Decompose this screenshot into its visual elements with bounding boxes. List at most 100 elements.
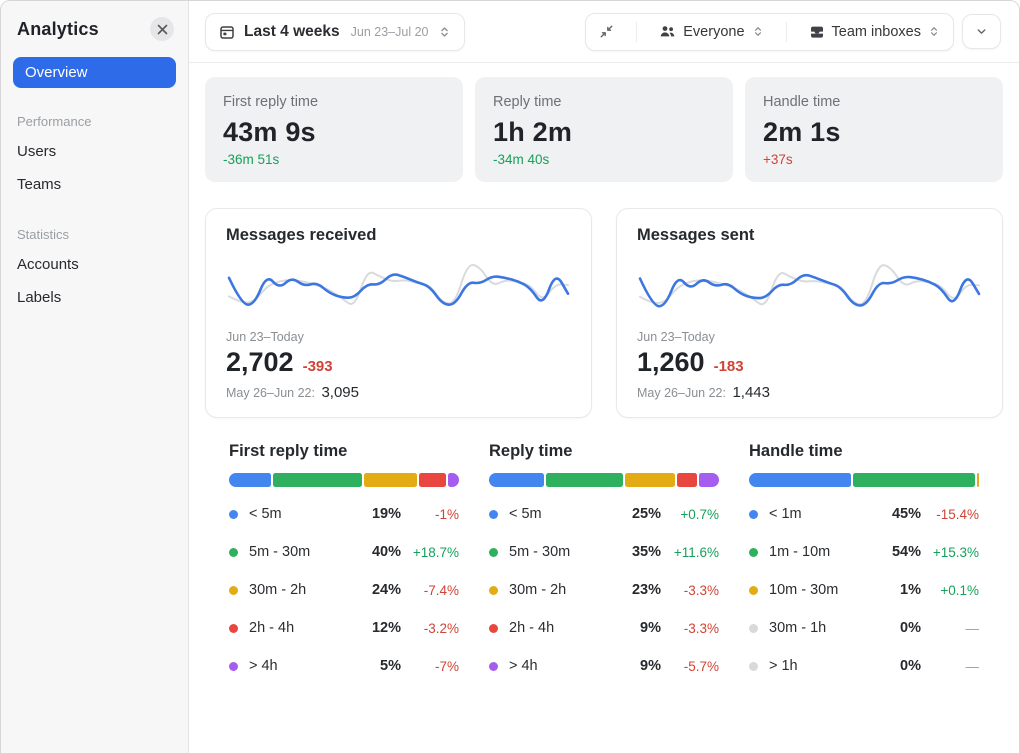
period-label: Jun 23–Today [637, 330, 982, 344]
bucket-label: 1m - 10m [769, 544, 875, 560]
chart-value: 1,260 [637, 347, 705, 378]
bucket-delta: +11.6% [661, 545, 719, 560]
distribution-row: 2h - 4h 9% -3.3% [489, 609, 719, 647]
bucket-percent: 25% [615, 506, 661, 522]
sidebar-item-teams[interactable]: Teams [1, 168, 188, 201]
charts-row: Messages received Jun 23–Today 2,702 -39… [205, 208, 1003, 418]
toolbar: Last 4 weeks Jun 23–Jul 20 [189, 1, 1019, 63]
analytics-window: Analytics Overview Performance Users Tea… [0, 0, 1020, 754]
close-button[interactable] [150, 17, 174, 41]
stat-card-first-reply-time: First reply time 43m 9s -36m 51s [205, 77, 463, 182]
bucket-percent: 1% [875, 582, 921, 598]
bucket-percent: 35% [615, 544, 661, 560]
distribution-row: > 4h 9% -5.7% [489, 647, 719, 685]
bucket-delta: +0.1% [921, 583, 979, 598]
distribution-row: 1m - 10m 54% +15.3% [749, 533, 979, 571]
bucket-percent: 0% [875, 620, 921, 636]
inbox-filter[interactable]: Team inboxes [796, 14, 953, 50]
sidebar-item-labels[interactable]: Labels [1, 281, 188, 314]
sidebar-item-accounts[interactable]: Accounts [1, 248, 188, 281]
category-dot [489, 510, 498, 519]
category-dot [749, 548, 758, 557]
category-dot [489, 662, 498, 671]
category-dot [229, 662, 238, 671]
stat-card-handle-time: Handle time 2m 1s +37s [745, 77, 1003, 182]
bucket-label: 30m - 1h [769, 620, 875, 636]
audience-filter[interactable]: Everyone [646, 14, 776, 50]
category-dot [489, 548, 498, 557]
category-dot [489, 624, 498, 633]
sidebar: Analytics Overview Performance Users Tea… [1, 1, 189, 753]
bucket-percent: 5% [355, 658, 401, 674]
bucket-percent: 12% [355, 620, 401, 636]
category-dot [229, 624, 238, 633]
collapse-button[interactable] [586, 14, 627, 49]
distribution-row: 30m - 1h 0% — [749, 609, 979, 647]
divider [636, 22, 637, 42]
category-dot [749, 624, 758, 633]
distribution-bar [489, 473, 719, 487]
bucket-delta: -1% [401, 507, 459, 522]
bucket-delta: -3.3% [661, 583, 719, 598]
distribution-row: < 5m 25% +0.7% [489, 495, 719, 533]
sidebar-section-performance: Performance [17, 114, 172, 129]
bucket-percent: 23% [615, 582, 661, 598]
bucket-delta: — [921, 659, 979, 674]
stat-card-reply-time: Reply time 1h 2m -34m 40s [475, 77, 733, 182]
prev-period-value: 1,443 [732, 384, 770, 401]
bucket-delta: — [921, 621, 979, 636]
bucket-delta: -7% [401, 659, 459, 674]
distribution-bar [229, 473, 459, 487]
date-range-selector[interactable]: Last 4 weeks Jun 23–Jul 20 [205, 13, 465, 51]
messages-received-card: Messages received Jun 23–Today 2,702 -39… [205, 208, 592, 418]
bucket-label: 5m - 30m [509, 544, 615, 560]
bucket-label: 2h - 4h [249, 620, 355, 636]
distribution-handle-time: Handle time < 1m 45% -15.4% 1m - 10m 54%… [749, 442, 979, 685]
bucket-delta: +0.7% [661, 507, 719, 522]
chart-delta: -183 [714, 358, 744, 375]
prev-period-value: 3,095 [321, 384, 359, 401]
distribution-row: 5m - 30m 40% +18.7% [229, 533, 459, 571]
bucket-percent: 19% [355, 506, 401, 522]
bucket-label: 2h - 4h [509, 620, 615, 636]
distributions-section: First reply time < 5m 19% -1% 5m - 30m 4… [205, 442, 1003, 685]
bucket-delta: -3.3% [661, 621, 719, 636]
stat-value: 2m 1s [763, 117, 985, 148]
close-icon [157, 24, 168, 35]
messages-sent-sparkline [637, 258, 982, 320]
collapse-icon [599, 24, 614, 39]
selector-updown-icon [752, 25, 764, 38]
bucket-delta: -15.4% [921, 507, 979, 522]
sidebar-item-users[interactable]: Users [1, 135, 188, 168]
stat-label: Handle time [763, 94, 985, 110]
messages-received-sparkline [226, 258, 571, 320]
bucket-label: 5m - 30m [249, 544, 355, 560]
bucket-label: 30m - 2h [249, 582, 355, 598]
bucket-percent: 9% [615, 620, 661, 636]
stats-row: First reply time 43m 9s -36m 51s Reply t… [205, 77, 1003, 182]
bucket-label: < 5m [509, 506, 615, 522]
stat-label: Reply time [493, 94, 715, 110]
bucket-delta: +18.7% [401, 545, 459, 560]
distribution-reply-time: Reply time < 5m 25% +0.7% 5m - 30m 35% +… [489, 442, 719, 685]
category-dot [229, 586, 238, 595]
sidebar-item-overview[interactable]: Overview [13, 57, 176, 88]
distribution-row: 5m - 30m 35% +11.6% [489, 533, 719, 571]
stat-value: 1h 2m [493, 117, 715, 148]
chart-title: Messages received [226, 226, 571, 245]
bucket-percent: 9% [615, 658, 661, 674]
stat-value: 43m 9s [223, 117, 445, 148]
chart-title: Messages sent [637, 226, 982, 245]
audience-filter-label: Everyone [683, 24, 744, 40]
bucket-label: > 4h [249, 658, 355, 674]
bucket-percent: 40% [355, 544, 401, 560]
team-inbox-icon [809, 24, 825, 40]
bucket-label: < 5m [249, 506, 355, 522]
stat-delta: -34m 40s [493, 152, 715, 167]
period-label: Jun 23–Today [226, 330, 571, 344]
category-dot [229, 548, 238, 557]
expand-menu-button[interactable] [962, 14, 1001, 49]
bucket-delta: +15.3% [921, 545, 979, 560]
distribution-row: < 5m 19% -1% [229, 495, 459, 533]
distribution-row: > 4h 5% -7% [229, 647, 459, 685]
